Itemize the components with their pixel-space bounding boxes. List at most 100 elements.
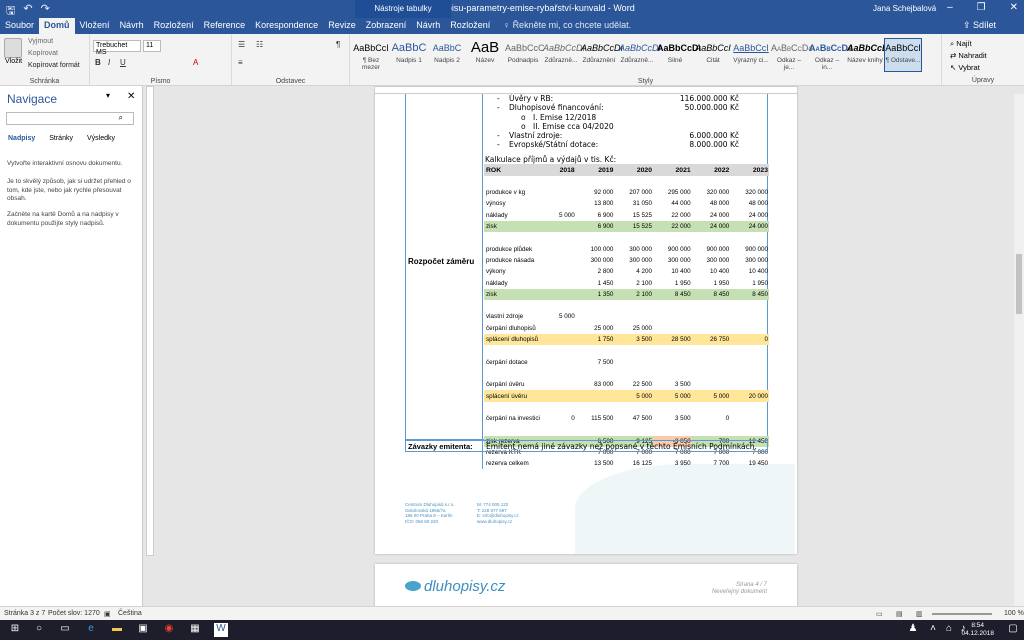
select-button[interactable]: ↖ Vybrat: [950, 63, 980, 72]
table-cell[interactable]: [692, 402, 731, 413]
app-icon[interactable]: ▦: [188, 623, 202, 637]
table-cell[interactable]: [730, 311, 769, 322]
table-cell[interactable]: 22 000: [653, 210, 692, 221]
table-cell[interactable]: [614, 300, 653, 311]
table-cell[interactable]: [548, 323, 576, 334]
table-cell[interactable]: [548, 255, 576, 266]
bullets-icon[interactable]: ☰: [238, 40, 245, 49]
table-cell[interactable]: [692, 232, 731, 243]
table-cell[interactable]: čerpání dotace: [484, 356, 548, 367]
table-cell[interactable]: 7 500: [576, 356, 615, 367]
underline-button[interactable]: U: [120, 58, 126, 67]
tab-file[interactable]: Soubor: [0, 18, 39, 34]
table-cell[interactable]: 2 100: [614, 277, 653, 288]
table-cell[interactable]: [730, 323, 769, 334]
tab-table-layout[interactable]: Rozložení: [445, 18, 495, 34]
table-cell[interactable]: 2 100: [614, 288, 653, 300]
table-cell[interactable]: [730, 232, 769, 243]
table-cell[interactable]: [548, 220, 576, 233]
table-cell[interactable]: [484, 368, 548, 379]
italic-button[interactable]: I: [108, 58, 110, 67]
table-cell[interactable]: 1 750: [575, 333, 615, 346]
table-cell[interactable]: [484, 232, 548, 243]
store-icon[interactable]: ▣: [136, 623, 150, 637]
table-cell[interactable]: [548, 176, 576, 187]
document-canvas[interactable]: Rozpočet záměru Způsob financování:-Úvěr…: [154, 94, 1014, 606]
table-cell[interactable]: [548, 232, 576, 243]
table-cell[interactable]: [614, 368, 653, 379]
table-cell[interactable]: [653, 424, 692, 435]
table-cell[interactable]: 3 500: [653, 413, 692, 424]
table-cell[interactable]: náklady: [484, 277, 548, 288]
table-cell[interactable]: [653, 311, 692, 322]
style-item[interactable]: AaBbCcDı Silné: [656, 38, 701, 72]
table-cell[interactable]: [692, 323, 731, 334]
table-cell[interactable]: 13 500: [576, 458, 615, 469]
table-cell[interactable]: 10 400: [653, 266, 692, 277]
table-cell[interactable]: 31 050: [614, 198, 653, 209]
table-cell[interactable]: 26 750: [691, 333, 731, 346]
replace-button[interactable]: ⇄ Nahradit: [950, 51, 987, 60]
table-cell[interactable]: 6 900: [575, 220, 615, 233]
table-cell[interactable]: rezerva celkem: [484, 458, 548, 469]
table-cell[interactable]: [730, 300, 769, 311]
table-cell[interactable]: [692, 345, 731, 356]
table-cell[interactable]: [576, 232, 615, 243]
find-button[interactable]: ⌕ Najít: [950, 39, 972, 49]
chrome-icon[interactable]: ◉: [162, 623, 176, 637]
table-cell[interactable]: [692, 311, 731, 322]
table-cell[interactable]: čerpání úvěru: [484, 379, 548, 390]
table-cell[interactable]: 1 950: [653, 277, 692, 288]
proofing-icon[interactable]: ▣: [104, 610, 111, 618]
table-cell[interactable]: 10 400: [730, 266, 769, 277]
align-left-icon[interactable]: ≡: [238, 58, 243, 67]
table-cell[interactable]: [730, 345, 769, 356]
tab-view[interactable]: Zobrazení: [361, 18, 412, 34]
table-cell[interactable]: [692, 356, 731, 367]
table-cell[interactable]: [576, 345, 615, 356]
table-cell[interactable]: [548, 198, 576, 209]
table-cell[interactable]: 22 000: [653, 220, 692, 233]
style-item[interactable]: AaBbCcDı Zdůrazně...: [618, 38, 661, 72]
obligations-text[interactable]: Emitent nemá jiné závazky než popsané v …: [482, 441, 757, 452]
table-cell[interactable]: 92 000: [576, 187, 615, 198]
table-cell[interactable]: [548, 266, 576, 277]
table-cell[interactable]: 5 000: [691, 390, 731, 402]
table-cell[interactable]: [614, 176, 653, 187]
table-cell[interactable]: [730, 368, 769, 379]
table-cell[interactable]: [548, 402, 576, 413]
table-cell[interactable]: 44 000: [653, 198, 692, 209]
style-item[interactable]: AaBbCcI Výrazný ci...: [732, 38, 770, 72]
vertical-scrollbar[interactable]: [1014, 94, 1024, 606]
bold-button[interactable]: B: [95, 58, 101, 67]
file-explorer-icon[interactable]: ▬: [110, 623, 124, 637]
navigation-search-input[interactable]: ⌕: [6, 112, 134, 125]
table-cell[interactable]: [614, 232, 653, 243]
table-cell[interactable]: [653, 356, 692, 367]
table-cell[interactable]: splácení dluhopisů: [484, 333, 548, 346]
table-cell[interactable]: [653, 402, 692, 413]
table-cell[interactable]: 47 500: [614, 413, 653, 424]
tab-results[interactable]: Výsledky: [87, 135, 115, 142]
paste-label[interactable]: Vložit: [5, 58, 22, 65]
style-item[interactable]: AaBbCcI Citát: [694, 38, 732, 72]
style-item[interactable]: AaB Název: [466, 38, 504, 72]
table-cell[interactable]: 300 000: [730, 255, 769, 266]
table-cell[interactable]: [692, 368, 731, 379]
tab-mailings[interactable]: Korespondence: [250, 18, 323, 34]
font-size-box[interactable]: 11: [143, 40, 161, 52]
table-cell[interactable]: vlastní zdroje: [484, 311, 548, 322]
table-cell[interactable]: [653, 345, 692, 356]
read-mode-icon[interactable]: ▭: [876, 610, 883, 618]
windows-start-icon[interactable]: ⊞: [8, 623, 22, 637]
table-cell[interactable]: produkce v kg: [484, 187, 548, 198]
table-cell[interactable]: výkony: [484, 266, 548, 277]
table-cell[interactable]: 7 700: [692, 458, 731, 469]
table-cell[interactable]: 24 000: [730, 210, 769, 221]
table-cell[interactable]: výnosy: [484, 198, 548, 209]
copy-button[interactable]: Kopírovat: [28, 50, 58, 57]
style-item[interactable]: AaBbCcI ¶ Bez mezer: [352, 38, 390, 72]
table-cell[interactable]: [653, 176, 692, 187]
table-cell[interactable]: ROK: [484, 164, 548, 176]
table-cell[interactable]: 2 800: [576, 266, 615, 277]
